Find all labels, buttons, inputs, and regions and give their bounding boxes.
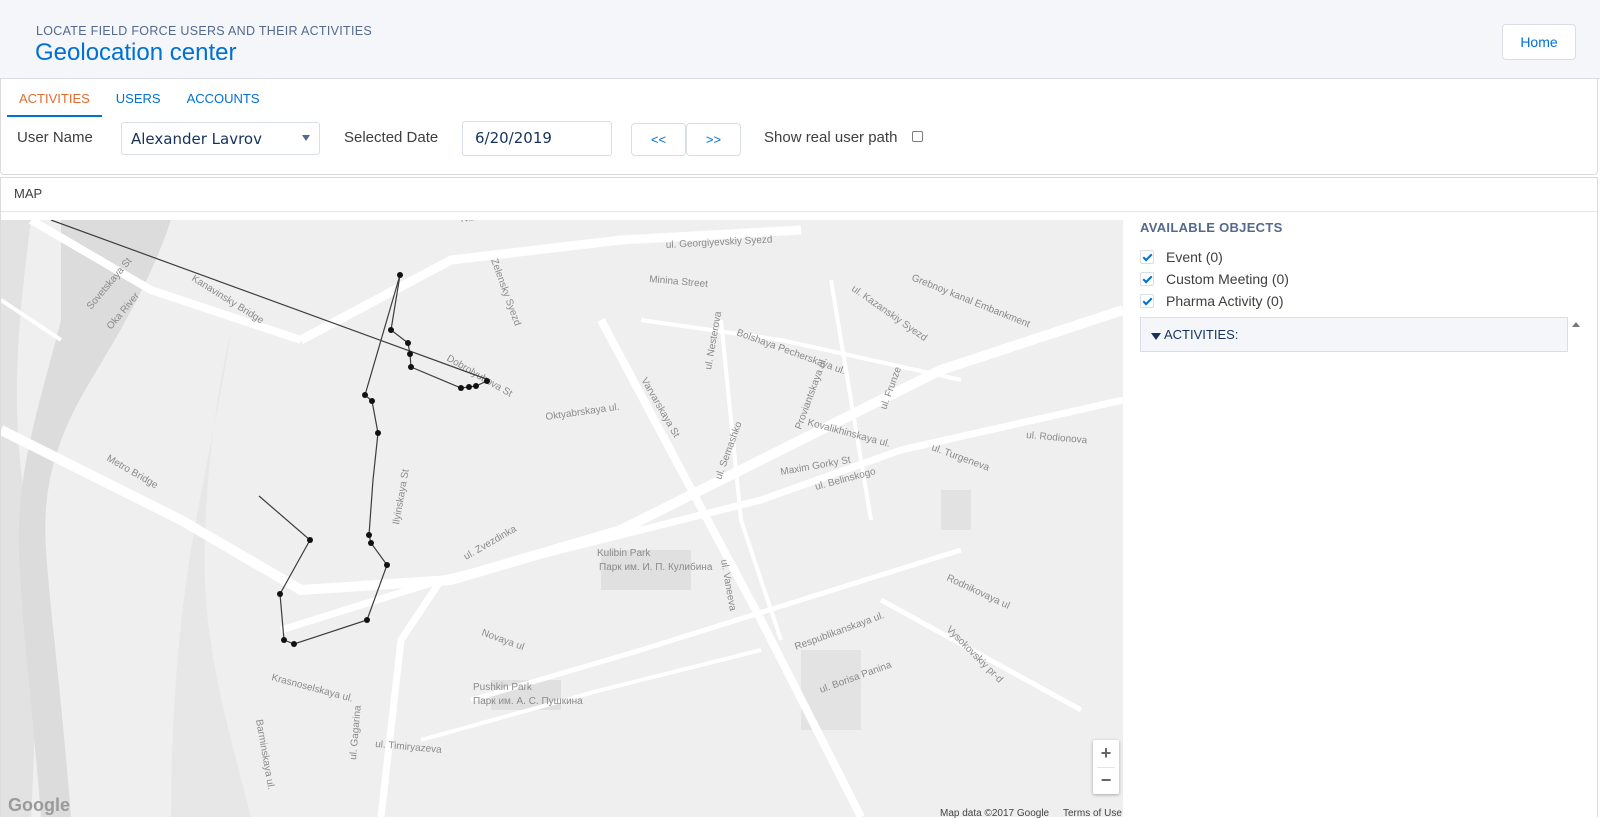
- available-objects-panel: AVAILABLE OBJECTS Event (0) Custom Meeti…: [1140, 218, 1574, 817]
- object-filter-custom-meeting[interactable]: Custom Meeting (0): [1140, 270, 1289, 288]
- street-label: Minina Street: [649, 274, 709, 290]
- prev-date-button[interactable]: <<: [631, 123, 686, 156]
- river-shape: [171, 330, 251, 817]
- street-label: Zelensky Syezd: [488, 257, 522, 327]
- street-label: Ilyinskaya St: [391, 468, 412, 525]
- street-label: Grebnoy kanal Embankment: [910, 273, 1032, 331]
- street-label: Kulibin Park: [597, 548, 651, 559]
- activities-accordion[interactable]: ACTIVITIES:: [1140, 317, 1568, 352]
- object-filter-label: Event (0): [1166, 249, 1223, 265]
- object-filter-label: Custom Meeting (0): [1166, 271, 1289, 287]
- selected-date-input[interactable]: 6/20/2019: [462, 121, 612, 156]
- show-path-checkbox[interactable]: [912, 131, 923, 142]
- zoom-out-button[interactable]: −: [1093, 767, 1119, 794]
- checkbox-checked[interactable]: [1140, 272, 1154, 286]
- map-svg: Nizhnevolzhskaya embankmentul. Georgiyev…: [1, 220, 1123, 817]
- street-label: Vysokovskiy pr-d: [944, 624, 1005, 685]
- tab-bar: ACTIVITIES USERS ACCOUNTS: [7, 92, 274, 117]
- checkbox-checked[interactable]: [1140, 294, 1154, 308]
- divider: [1, 211, 1597, 212]
- caret-down-icon: [1151, 333, 1161, 340]
- show-path-label: Show real user path: [764, 129, 898, 146]
- street-label: ul. Turgeneva: [930, 442, 991, 473]
- zoom-in-button[interactable]: +: [1093, 740, 1119, 767]
- available-objects-title: AVAILABLE OBJECTS: [1140, 220, 1283, 235]
- activities-accordion-label: ACTIVITIES:: [1164, 327, 1239, 342]
- street-label: Rodnikovaya ul: [945, 573, 1012, 612]
- street-label: Novaya ul: [480, 627, 526, 653]
- map-attribution: Map data ©2017 Google: [940, 808, 1050, 819]
- street-label: Pushkin Park: [473, 682, 533, 693]
- chevron-down-icon: [302, 135, 310, 141]
- zoom-control: + −: [1093, 740, 1119, 794]
- street-label: Nizhnevolzhskaya embankment: [460, 220, 602, 225]
- object-filter-pharma-activity[interactable]: Pharma Activity (0): [1140, 292, 1283, 310]
- terms-link[interactable]: Terms of Use: [1063, 808, 1122, 819]
- object-filter-event[interactable]: Event (0): [1140, 248, 1223, 266]
- next-date-button[interactable]: >>: [686, 123, 741, 156]
- page-header: LOCATE FIELD FORCE USERS AND THEIR ACTIV…: [0, 0, 1600, 79]
- map-canvas[interactable]: Nizhnevolzhskaya embankmentul. Georgiyev…: [1, 220, 1123, 817]
- home-button[interactable]: Home: [1502, 24, 1576, 60]
- street-labels: Nizhnevolzhskaya embankmentul. Georgiyev…: [85, 220, 1088, 791]
- user-name-label: User Name: [17, 129, 93, 146]
- park-block: [941, 490, 971, 530]
- street-label: Krasnoselskaya ul.: [270, 672, 354, 704]
- street-label: ul. Zvezdinka: [462, 523, 519, 562]
- street-label: ul. Kazanskiy Syezd: [849, 283, 929, 343]
- filters-card: ACTIVITIES USERS ACCOUNTS User Name Alex…: [0, 79, 1598, 175]
- street-label: Парк им. А. С. Пушкина: [473, 696, 583, 707]
- google-logo: Google: [8, 795, 70, 815]
- street-label: Respublikanskaya ul.: [793, 610, 886, 653]
- object-filter-label: Pharma Activity (0): [1166, 293, 1284, 309]
- street-label: Oktyabrskaya ul.: [545, 402, 620, 423]
- user-name-select[interactable]: Alexander Lavrov: [121, 122, 320, 155]
- page-subtitle: LOCATE FIELD FORCE USERS AND THEIR ACTIV…: [36, 24, 373, 38]
- scroll-up-icon[interactable]: [1572, 322, 1580, 327]
- user-name-value: Alexander Lavrov: [131, 130, 262, 148]
- checkbox-checked[interactable]: [1140, 250, 1154, 264]
- side-scrollbar[interactable]: [1568, 320, 1584, 817]
- page-title: Geolocation center: [35, 39, 237, 66]
- street-label: ul. Rodionova: [1026, 430, 1088, 446]
- selected-date-label: Selected Date: [344, 129, 439, 146]
- tab-accounts[interactable]: ACCOUNTS: [175, 92, 272, 117]
- map-section-title: MAP: [14, 186, 43, 201]
- divider: [1097, 767, 1115, 768]
- tab-activities[interactable]: ACTIVITIES: [7, 92, 102, 117]
- street-label: ul. Gagarina: [348, 705, 364, 761]
- tab-users[interactable]: USERS: [104, 92, 173, 117]
- street-label: Парк им. И. П. Кулибина: [599, 561, 713, 573]
- street-label: Barminskaya ul.: [253, 719, 276, 791]
